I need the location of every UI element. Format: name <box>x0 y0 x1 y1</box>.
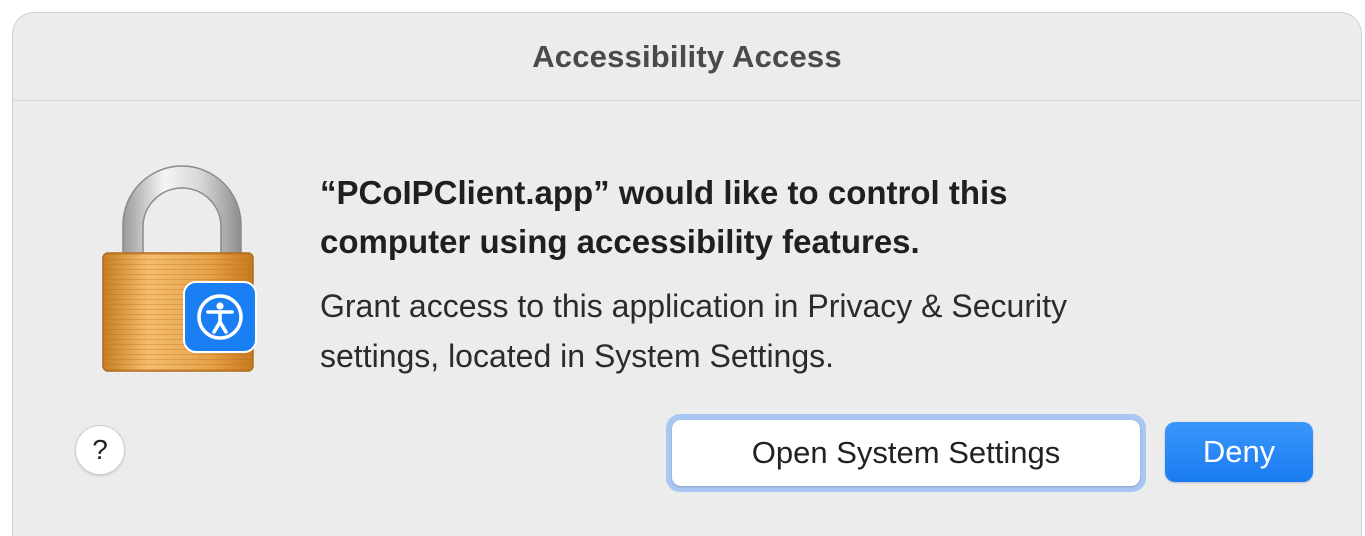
accessibility-access-dialog: Accessibility Access “PCoIPClient.app” w… <box>12 12 1362 536</box>
message-line-1: Grant access to this application in Priv… <box>320 288 1067 324</box>
deny-button[interactable]: Deny <box>1165 422 1313 482</box>
dialog-message: Grant access to this application in Priv… <box>320 281 1320 381</box>
open-system-settings-button[interactable]: Open System Settings <box>666 414 1146 492</box>
dialog-titlebar: Accessibility Access <box>13 13 1361 101</box>
dialog-title: Accessibility Access <box>532 38 842 74</box>
accessibility-badge-icon <box>183 281 257 353</box>
heading-line-2: computer using accessibility features. <box>320 223 920 260</box>
help-button[interactable]: ? <box>75 425 125 475</box>
heading-line-1: “PCoIPClient.app” would like to control … <box>320 174 1008 211</box>
message-line-2: settings, located in System Settings. <box>320 338 835 374</box>
open-system-settings-label: Open System Settings <box>672 420 1140 486</box>
dialog-heading: “PCoIPClient.app” would like to control … <box>320 168 1280 266</box>
